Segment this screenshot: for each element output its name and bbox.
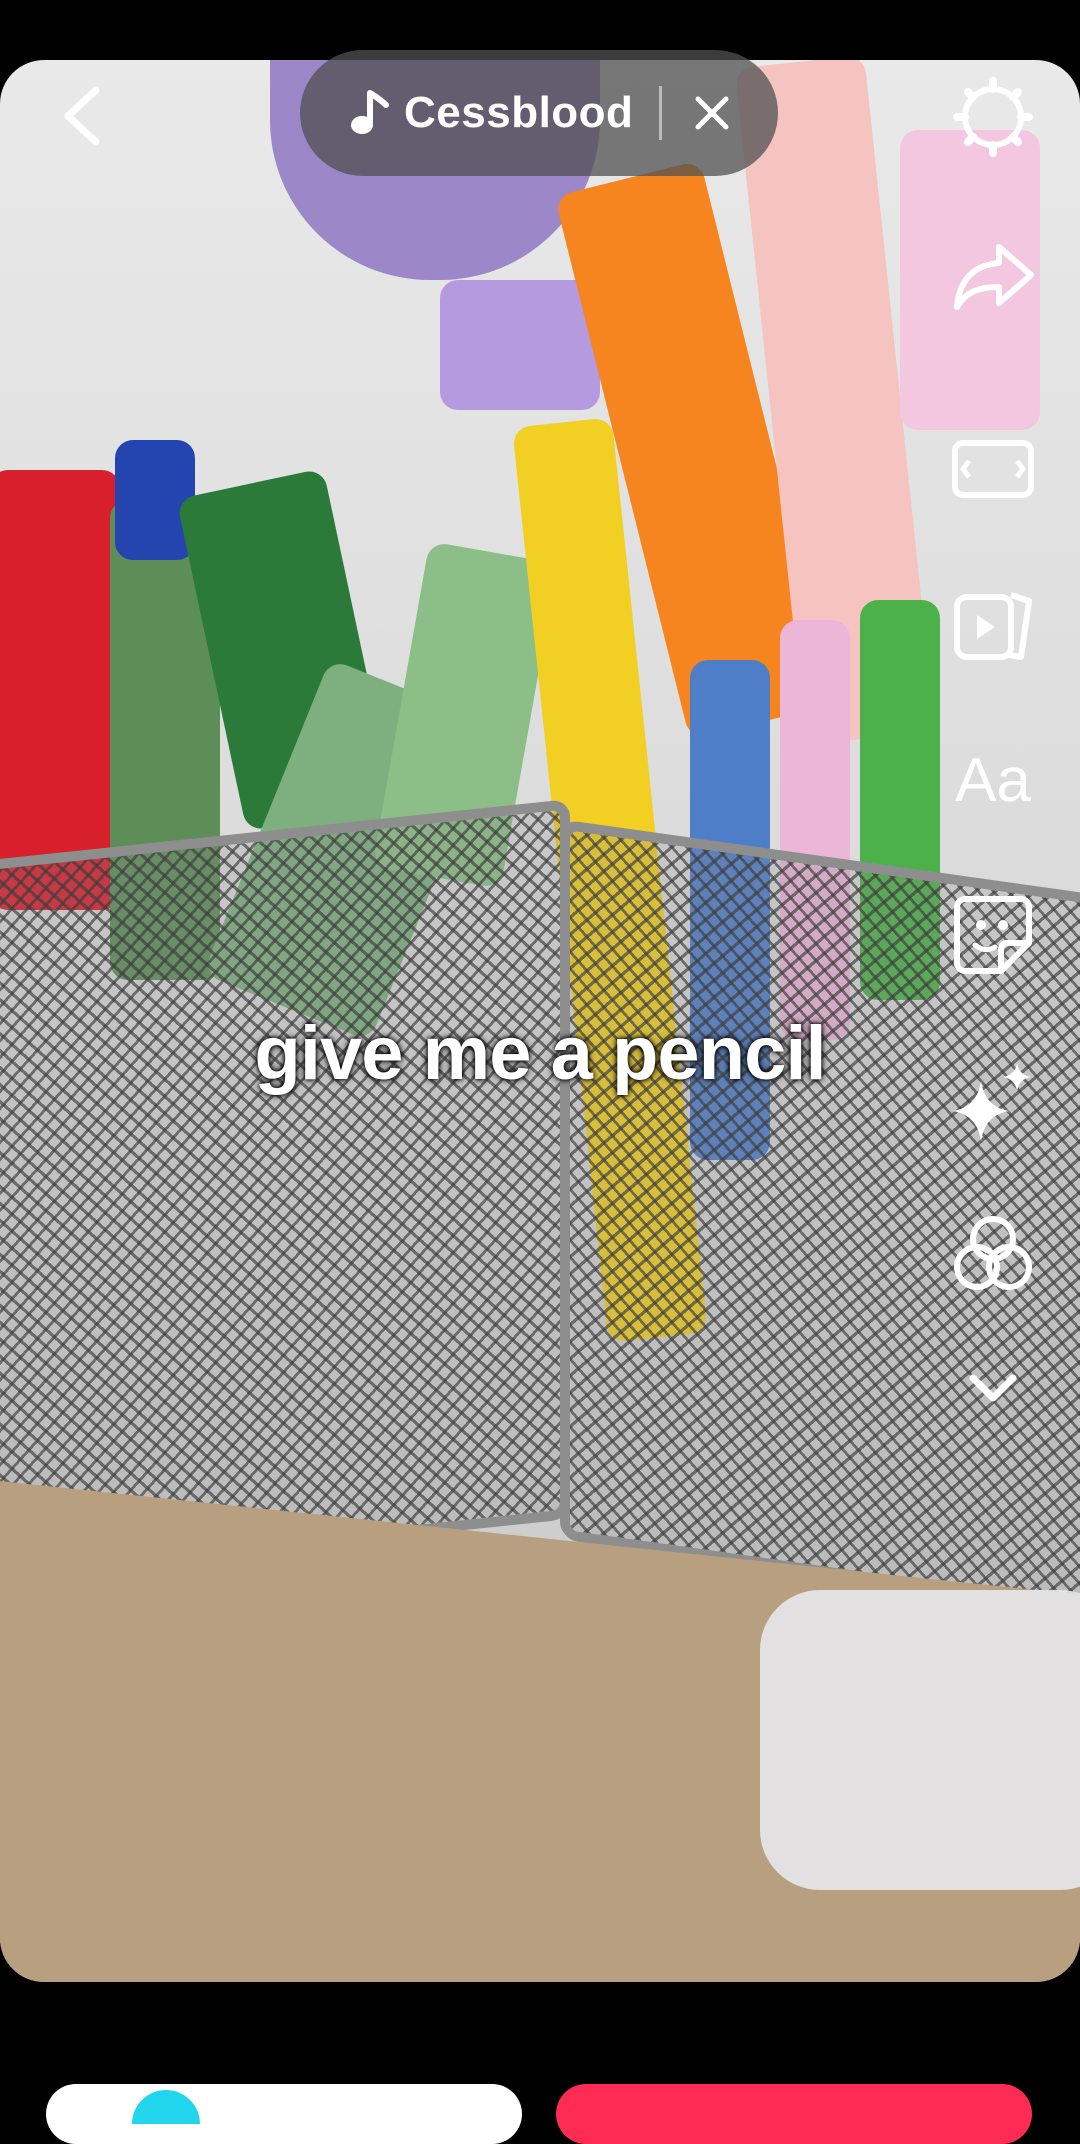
sticker-icon [954,896,1032,974]
red-marker [0,470,120,910]
left-mesh-basket [0,798,570,1582]
remove-sound-button[interactable] [692,93,732,133]
more-tools-button[interactable] [948,1345,1038,1435]
text-tool-label: Aa [955,745,1031,815]
chevron-left-icon [64,86,100,146]
settings-button[interactable] [948,72,1038,162]
filters-button[interactable] [948,1210,1038,1300]
video-clip-icon [954,592,1032,660]
plastic-lid [760,1590,1080,1890]
next-button[interactable] [556,2084,1032,2144]
settings-icon [953,77,1033,157]
back-button[interactable] [56,86,116,146]
blue-marker [115,440,195,560]
selected-sound-pill[interactable]: Cessblood [300,50,778,176]
chevron-down-icon [969,1374,1017,1402]
aspect-ratio-button[interactable] [948,424,1038,514]
text-tool-button[interactable]: Aa [948,735,1038,825]
share-button[interactable] [948,230,1038,320]
filters-icon [954,1216,1032,1290]
lilac-cap [440,280,600,410]
share-arrow-icon [954,244,1034,310]
avatar-icon [132,2090,200,2124]
music-note-icon [351,90,389,134]
divider [659,86,663,140]
story-button[interactable] [46,2084,522,2144]
sticker-button[interactable] [948,890,1038,980]
text-overlay[interactable]: give me a pencil [0,1010,1080,1097]
video-clips-button[interactable] [948,580,1038,670]
aspect-ratio-icon [952,440,1034,498]
sound-name: Cessblood [404,88,634,137]
